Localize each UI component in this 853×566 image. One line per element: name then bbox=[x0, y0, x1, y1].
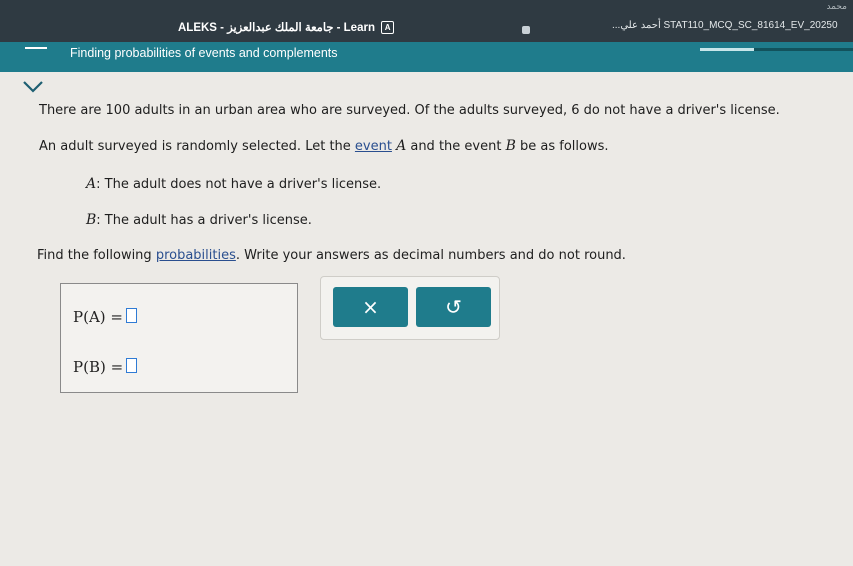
undo-button[interactable]: ↺ bbox=[416, 287, 491, 327]
close-icon: × bbox=[362, 295, 379, 319]
tab-square-icon bbox=[522, 26, 530, 34]
clear-button[interactable]: × bbox=[333, 287, 408, 327]
problem-line-2-b: and the event bbox=[406, 139, 506, 154]
event-a-definition: A: The adult does not have a driver's li… bbox=[86, 176, 381, 192]
chevron-down-icon[interactable] bbox=[20, 80, 46, 94]
instructions: Find the following probabilities. Write … bbox=[37, 248, 626, 263]
topic-title: Finding probabilities of events and comp… bbox=[70, 46, 338, 60]
undo-icon: ↺ bbox=[445, 295, 462, 319]
topic-progress bbox=[700, 48, 853, 51]
second-tab-title[interactable]: ...أحمد علي STAT110_MCQ_SC_81614_EV_2025… bbox=[612, 20, 838, 31]
topic-bar: Finding probabilities of events and comp… bbox=[0, 42, 853, 72]
topic-progress-fill bbox=[700, 48, 754, 51]
pb-label: P(B) = bbox=[73, 358, 124, 376]
answer-box: P(A) = P(B) = bbox=[60, 283, 298, 393]
window-titlebar: ALEKS - جامعة الملك عبدالعزيز - Learn A … bbox=[0, 0, 853, 42]
event-a-var: A bbox=[86, 176, 97, 192]
event-a-text: : The adult does not have a driver's lic… bbox=[96, 177, 382, 192]
problem-line-2-c: be as follows. bbox=[515, 139, 609, 154]
instructions-a: Find the following bbox=[37, 248, 156, 263]
instructions-b: . Write your answers as decimal numbers … bbox=[235, 248, 626, 263]
event-link[interactable]: event bbox=[355, 139, 392, 154]
window-title-text: ALEKS - جامعة الملك عبدالعزيز - Learn bbox=[178, 22, 375, 34]
corner-text: محمد bbox=[826, 2, 847, 12]
aleks-badge-icon: A bbox=[381, 21, 395, 35]
action-panel: × ↺ bbox=[320, 276, 500, 340]
problem-line-2-a: An adult surveyed is randomly selected. … bbox=[39, 139, 355, 154]
problem-line-2: An adult surveyed is randomly selected. … bbox=[39, 138, 609, 154]
pa-input[interactable] bbox=[125, 308, 137, 323]
window-title: ALEKS - جامعة الملك عبدالعزيز - Learn A bbox=[178, 20, 395, 35]
problem-line-1: There are 100 adults in an urban area wh… bbox=[39, 103, 780, 118]
probabilities-link[interactable]: probabilities bbox=[156, 248, 236, 263]
pa-label: P(A) = bbox=[73, 308, 123, 326]
var-a: A bbox=[396, 138, 407, 154]
pb-row: P(B) = bbox=[73, 358, 138, 376]
event-b-text: : The adult has a driver's license. bbox=[96, 213, 312, 228]
var-b: B bbox=[505, 138, 516, 154]
pa-row: P(A) = bbox=[73, 308, 137, 326]
menu-icon[interactable] bbox=[25, 47, 47, 49]
pb-input[interactable] bbox=[126, 358, 138, 373]
event-b-var: B bbox=[86, 212, 97, 228]
event-b-definition: B: The adult has a driver's license. bbox=[86, 212, 312, 228]
